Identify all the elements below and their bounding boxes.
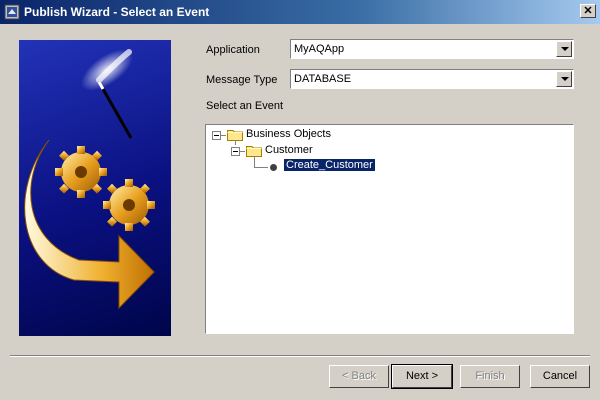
tree-node-customer[interactable]: Customer bbox=[206, 143, 566, 159]
wizard-illustration bbox=[19, 40, 171, 336]
application-select[interactable]: MyAQApp bbox=[290, 39, 574, 59]
message-type-value: DATABASE bbox=[294, 73, 352, 85]
collapse-icon[interactable] bbox=[212, 131, 221, 140]
tree-node-create-customer[interactable]: Create_Customer bbox=[206, 158, 566, 175]
tree-node-business-objects[interactable]: Business Objects bbox=[206, 127, 566, 143]
tree-node-label-selected: Create_Customer bbox=[283, 158, 376, 172]
gear-icon bbox=[55, 146, 155, 231]
finish-button[interactable]: Finish bbox=[460, 365, 520, 388]
event-tree[interactable]: Business Objects Customer Create_Custome… bbox=[205, 124, 574, 334]
back-button[interactable]: < Back bbox=[329, 365, 389, 388]
application-label: Application bbox=[206, 44, 260, 56]
chevron-down-icon[interactable] bbox=[556, 71, 572, 87]
tree-node-label: Business Objects bbox=[246, 128, 331, 140]
close-icon: ✕ bbox=[583, 5, 593, 17]
title-bar: Publish Wizard - Select an Event ✕ bbox=[0, 0, 600, 24]
collapse-icon[interactable] bbox=[231, 147, 240, 156]
close-button[interactable]: ✕ bbox=[580, 4, 596, 18]
cancel-button[interactable]: Cancel bbox=[530, 365, 590, 388]
application-value: MyAQApp bbox=[294, 43, 345, 55]
wizard-app-icon bbox=[4, 4, 20, 20]
window-title: Publish Wizard - Select an Event bbox=[24, 5, 210, 19]
event-label: Select an Event bbox=[206, 100, 284, 112]
footer-separator bbox=[10, 355, 590, 357]
wizard-graphic bbox=[24, 49, 155, 310]
tree-node-label: Customer bbox=[265, 144, 313, 156]
chevron-down-icon[interactable] bbox=[556, 41, 572, 57]
next-button[interactable]: Next > bbox=[391, 364, 453, 389]
message-type-label: Message Type bbox=[206, 74, 278, 86]
event-bullet-icon bbox=[270, 164, 277, 171]
message-type-select[interactable]: DATABASE bbox=[290, 69, 574, 89]
